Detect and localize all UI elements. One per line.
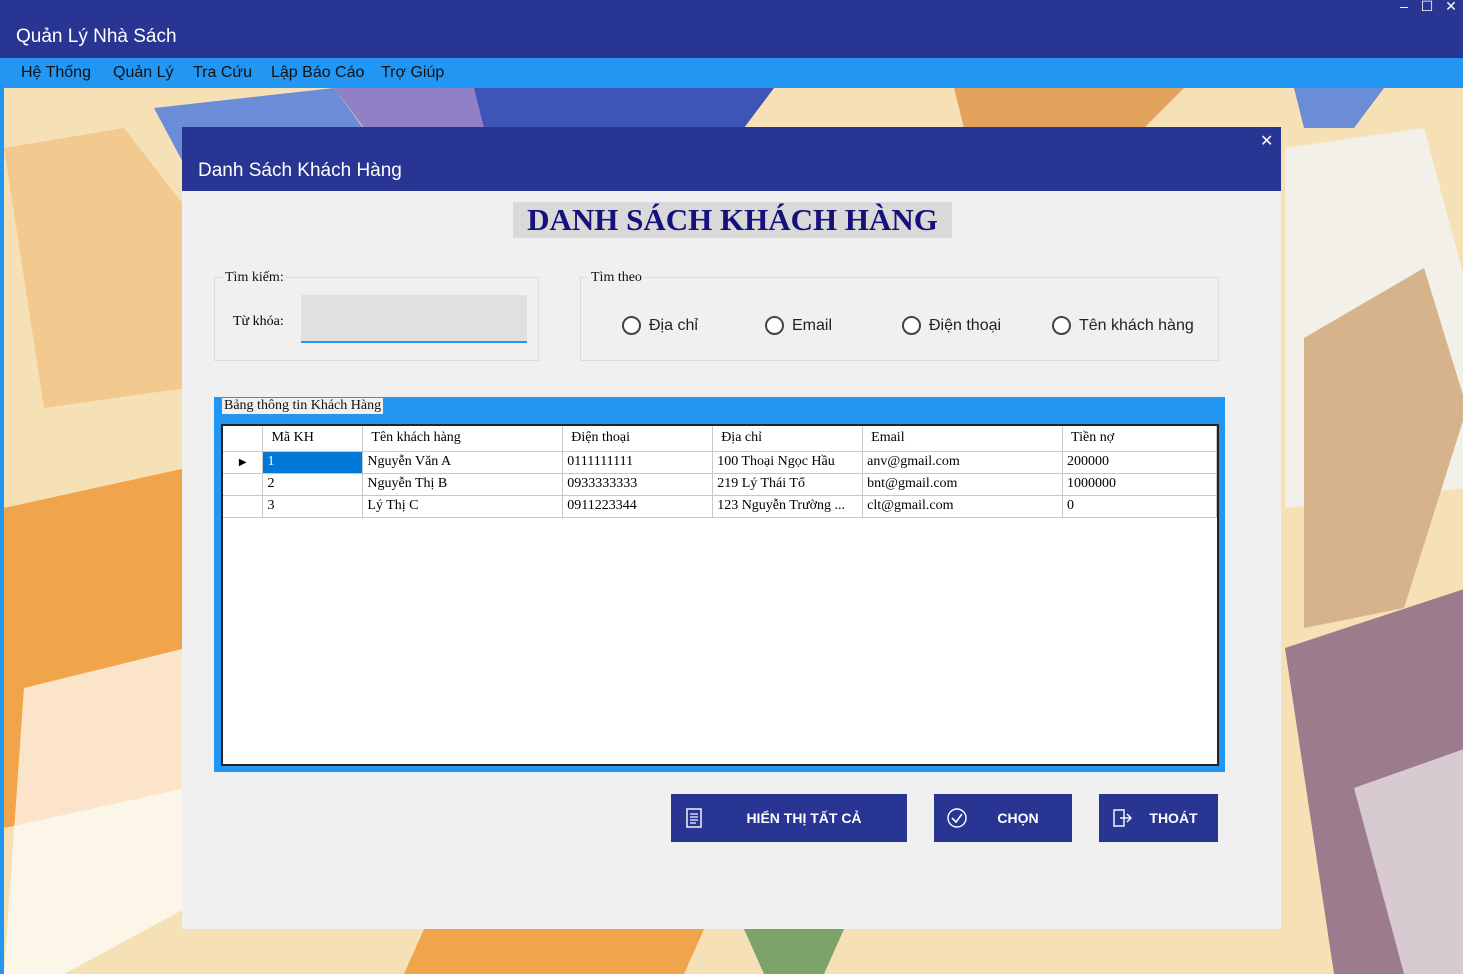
table-cell[interactable]: bnt@gmail.com xyxy=(862,473,1064,496)
table-cell[interactable]: 1 xyxy=(262,451,364,474)
dialog-title: Danh Sách Khách Hàng xyxy=(198,160,402,181)
customer-table-group: Bảng thông tin Khách Hàng Mã KH Tên khác… xyxy=(214,397,1225,772)
column-header[interactable]: Điện thoại xyxy=(562,426,714,452)
table-row[interactable]: 3 Lý Thị C 0911223344 123 Nguyễn Trường … xyxy=(223,495,1217,518)
table-cell[interactable]: Nguyễn Thị B xyxy=(362,473,564,496)
customer-grid[interactable]: Mã KH Tên khách hàng Điện thoại Địa chỉ … xyxy=(221,424,1219,766)
search-by-group: Tìm theo Địa chỉ Email Điện thoại Tên kh… xyxy=(580,270,1219,361)
table-cell[interactable]: 219 Lý Thái Tổ xyxy=(712,473,864,496)
close-icon[interactable]: ✕ xyxy=(1440,0,1462,14)
radio-phone[interactable]: Điện thoại xyxy=(902,316,1001,335)
table-cell[interactable]: 1000000 xyxy=(1062,473,1217,496)
table-cell[interactable]: 0 xyxy=(1062,495,1217,518)
dialog-title-bar: Danh Sách Khách Hàng ✕ xyxy=(182,127,1281,191)
column-header[interactable]: Địa chỉ xyxy=(712,426,864,452)
page-heading: DANH SÁCH KHÁCH HÀNG xyxy=(513,202,952,238)
table-cell[interactable]: anv@gmail.com xyxy=(862,451,1064,474)
maximize-icon[interactable]: ☐ xyxy=(1416,0,1438,14)
choose-label: CHỌN xyxy=(997,810,1039,826)
exit-button[interactable]: THOÁT xyxy=(1099,794,1218,842)
menu-item-tro-giup[interactable]: Trợ Giúp xyxy=(381,64,444,82)
app-title-bar: Quản Lý Nhà Sách – ☐ ✕ xyxy=(0,0,1463,58)
row-header xyxy=(223,495,264,518)
radio-customer-name[interactable]: Tên khách hàng xyxy=(1052,316,1194,335)
menu-item-quan-ly[interactable]: Quản Lý xyxy=(113,64,173,82)
row-header xyxy=(223,473,264,496)
menu-item-he-thong[interactable]: Hệ Thống xyxy=(21,64,91,82)
column-header[interactable]: Tiền nợ xyxy=(1062,426,1217,452)
table-cell[interactable]: 100 Thoại Ngọc Hầu xyxy=(712,451,864,474)
app-title: Quản Lý Nhà Sách xyxy=(16,26,177,47)
table-row[interactable]: ▶ 1 Nguyễn Văn A 0111111111 100 Thoại Ng… xyxy=(223,451,1217,474)
table-cell[interactable]: clt@gmail.com xyxy=(862,495,1064,518)
choose-button[interactable]: CHỌN xyxy=(934,794,1072,842)
menu-item-tra-cuu[interactable]: Tra Cứu xyxy=(193,64,252,82)
table-cell[interactable]: 0111111111 xyxy=(562,451,714,474)
minimize-icon[interactable]: – xyxy=(1393,0,1415,14)
radio-phone-label: Điện thoại xyxy=(929,316,1002,334)
table-group-label: Bảng thông tin Khách Hàng xyxy=(222,398,384,414)
table-row[interactable]: 2 Nguyễn Thị B 0933333333 219 Lý Thái Tổ… xyxy=(223,473,1217,496)
search-by-label: Tìm theo xyxy=(589,270,644,286)
radio-address[interactable]: Địa chỉ xyxy=(622,316,698,335)
dialog-close-icon[interactable]: ✕ xyxy=(1260,131,1273,151)
exit-label: THOÁT xyxy=(1149,810,1198,826)
radio-circle-icon xyxy=(622,316,641,335)
table-cell[interactable]: 0911223344 xyxy=(562,495,714,518)
column-header[interactable]: Email xyxy=(862,426,1064,452)
table-cell[interactable]: 3 xyxy=(262,495,364,518)
show-all-button[interactable]: HIỂN THỊ TẤT CẢ xyxy=(671,794,907,842)
radio-customer-name-label: Tên khách hàng xyxy=(1079,316,1194,334)
row-header-corner xyxy=(223,426,264,452)
table-cell[interactable]: 123 Nguyễn Trường ... xyxy=(712,495,864,518)
keyword-input[interactable] xyxy=(301,295,527,343)
radio-circle-icon xyxy=(1052,316,1071,335)
keyword-label: Từ khóa: xyxy=(233,314,284,329)
table-cell[interactable]: 200000 xyxy=(1062,451,1217,474)
radio-address-label: Địa chỉ xyxy=(649,316,698,334)
column-header[interactable]: Tên khách hàng xyxy=(362,426,564,452)
menu-bar: Hệ Thống Quản Lý Tra Cứu Lập Báo Cáo Trợ… xyxy=(0,58,1463,88)
search-group-label: Tìm kiếm: xyxy=(223,270,286,286)
radio-circle-icon xyxy=(765,316,784,335)
radio-email[interactable]: Email xyxy=(765,316,832,335)
customer-list-dialog: Danh Sách Khách Hàng ✕ DANH SÁCH KHÁCH H… xyxy=(182,127,1281,929)
show-all-label: HIỂN THỊ TẤT CẢ xyxy=(746,810,862,826)
table-cell[interactable]: Nguyễn Văn A xyxy=(362,451,564,474)
column-header[interactable]: Mã KH xyxy=(262,426,364,452)
table-cell[interactable]: Lý Thị C xyxy=(362,495,564,518)
search-group: Tìm kiếm: Từ khóa: xyxy=(214,270,539,361)
table-header-row: Mã KH Tên khách hàng Điện thoại Địa chỉ … xyxy=(223,426,1217,452)
table-cell[interactable]: 0933333333 xyxy=(562,473,714,496)
menu-item-lap-bao-cao[interactable]: Lập Báo Cáo xyxy=(271,64,364,82)
table-cell[interactable]: 2 xyxy=(262,473,364,496)
current-row-marker-icon: ▶ xyxy=(223,451,264,474)
radio-circle-icon xyxy=(902,316,921,335)
radio-email-label: Email xyxy=(792,316,833,334)
